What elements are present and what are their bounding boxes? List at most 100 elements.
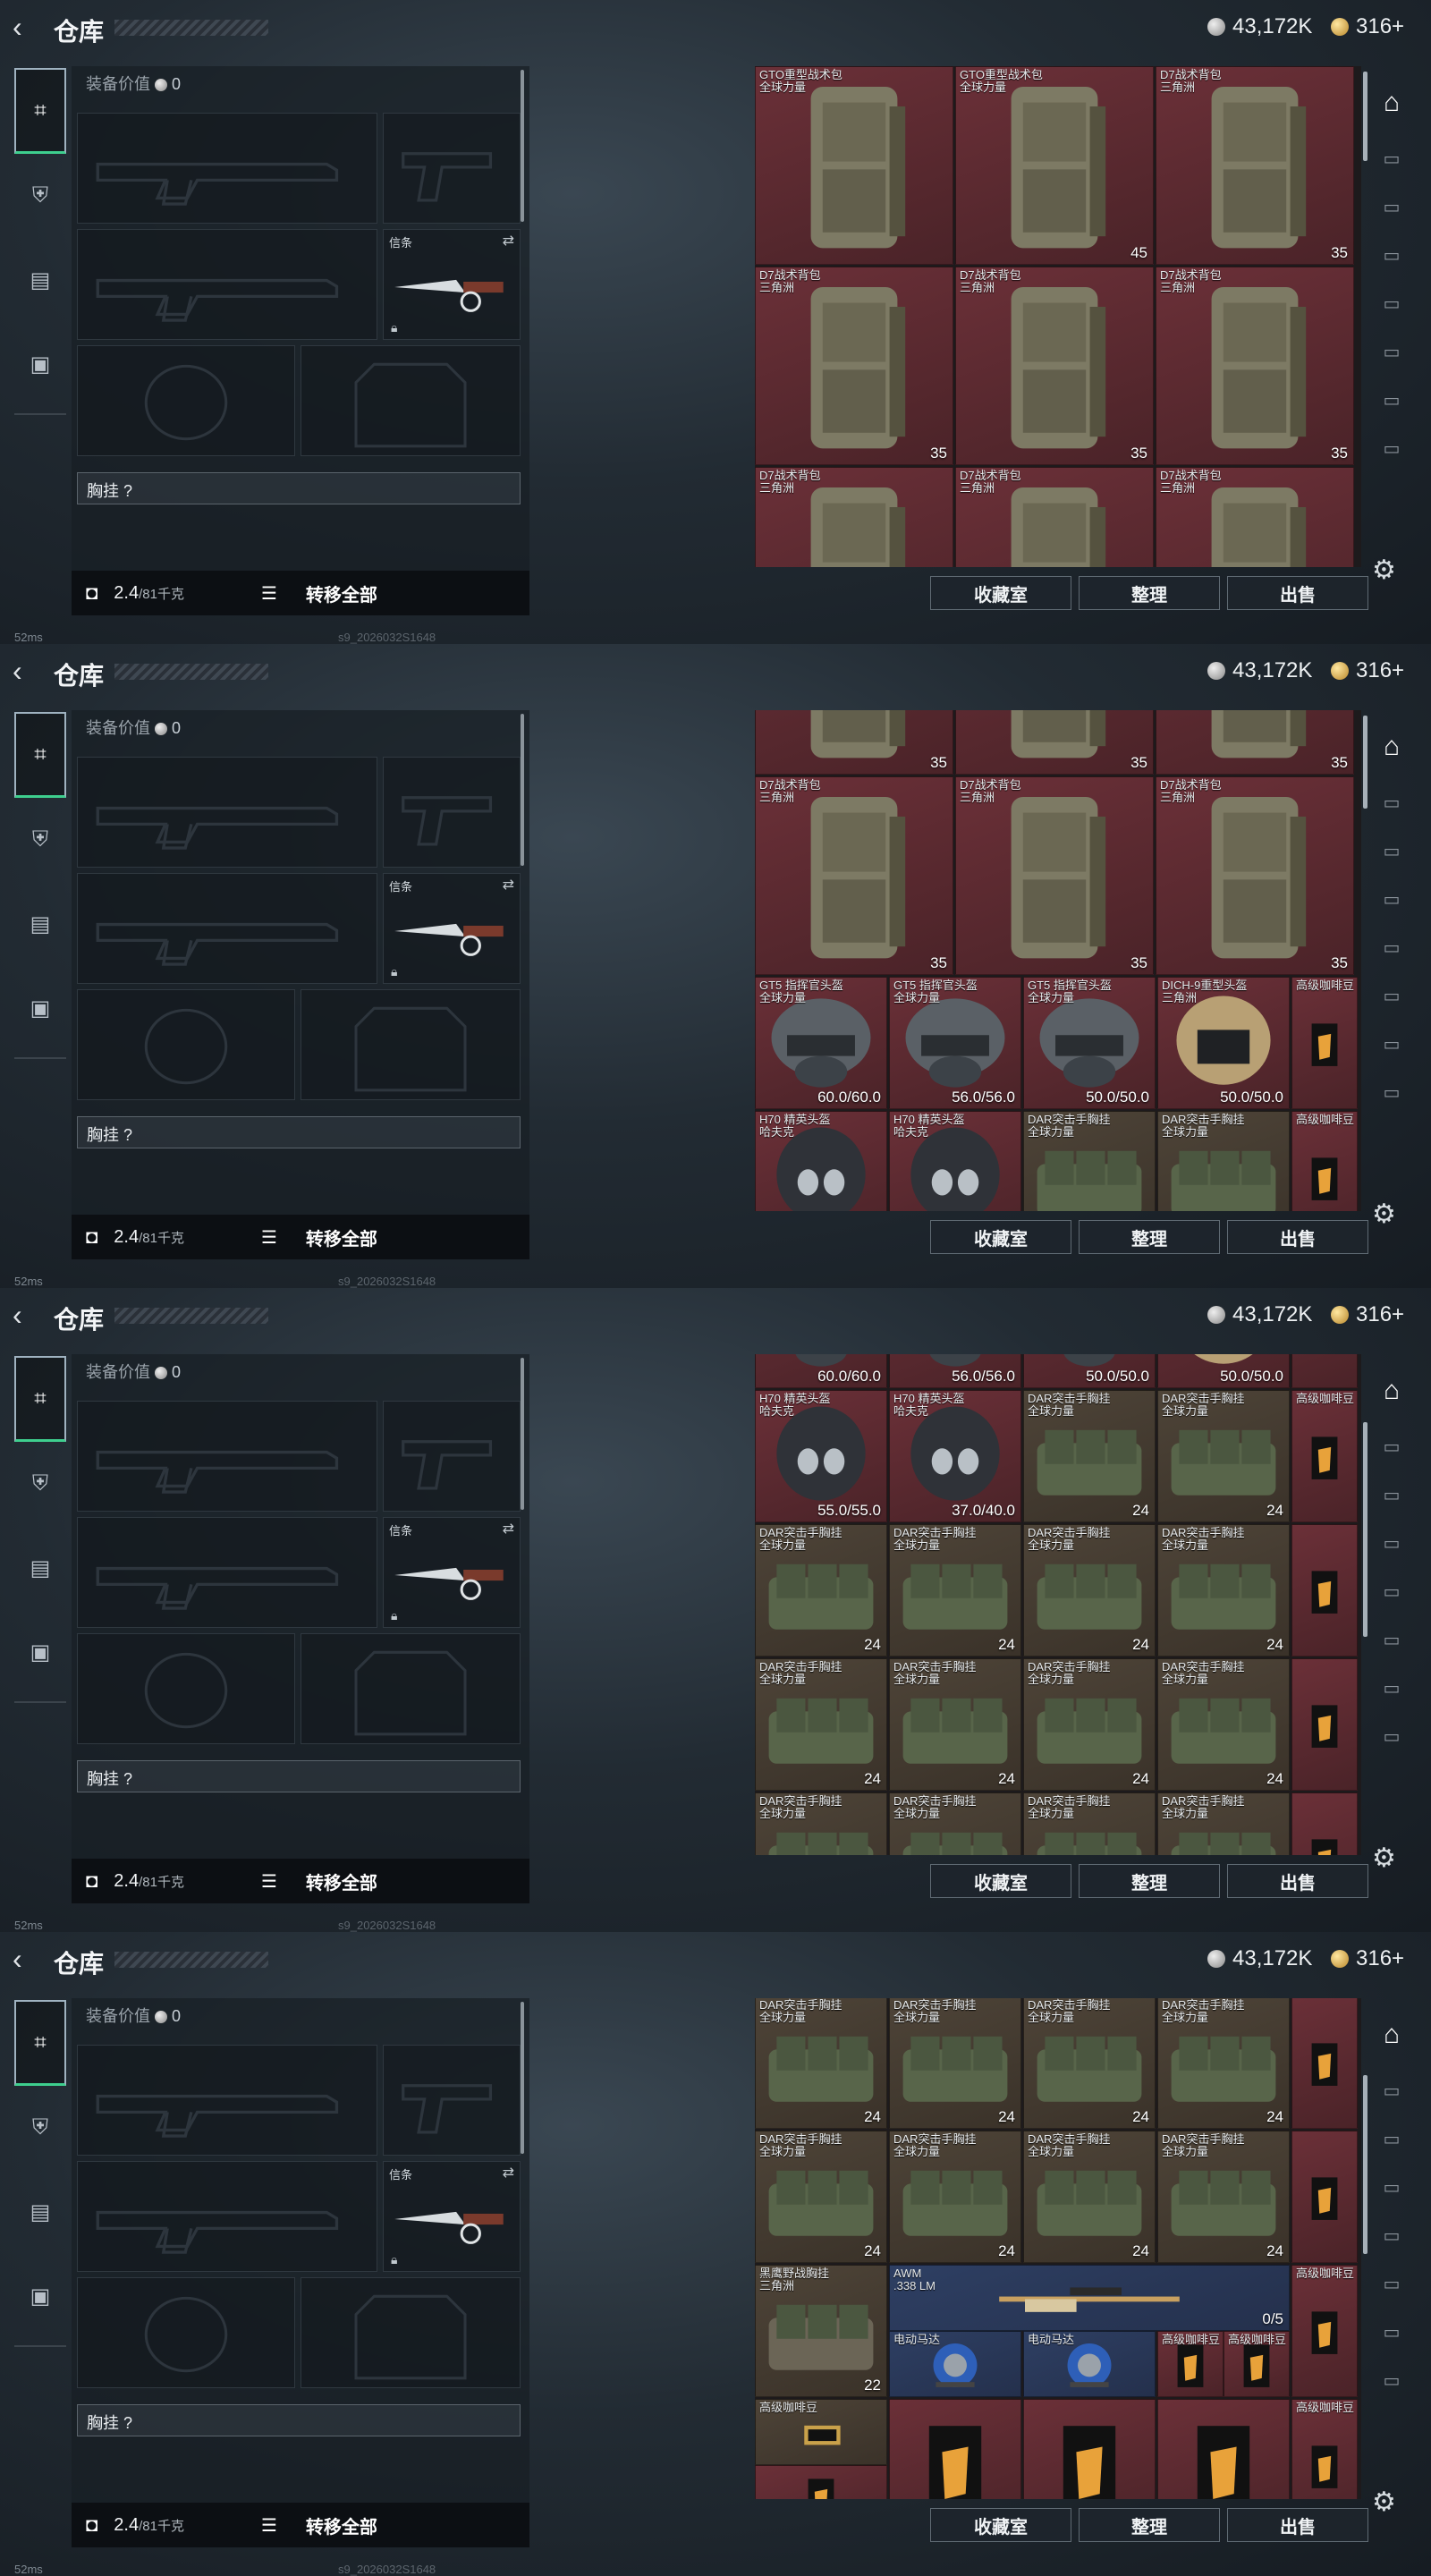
secondary-weapon-slot[interactable]: [77, 873, 377, 984]
sort-button[interactable]: 整理: [1079, 2508, 1220, 2542]
primary-weapon-slot[interactable]: [77, 113, 377, 224]
item-cell[interactable]: 50.0/50.0: [1157, 1354, 1290, 1388]
item-cell[interactable]: DAR突击手胸挂 全球力量: [1157, 1111, 1290, 1211]
item-cell[interactable]: DAR突击手胸挂全球力量24: [1157, 2131, 1290, 2263]
transfer-all-button[interactable]: 转移全部: [306, 1868, 377, 1894]
sort-button[interactable]: 整理: [1079, 1220, 1220, 1254]
pistol-slot[interactable]: [383, 113, 521, 224]
filter-icon-3[interactable]: ▭: [1372, 231, 1411, 279]
filter-icon-7[interactable]: ▭: [1372, 1712, 1411, 1760]
item-cell[interactable]: D7战术背包三角洲35: [755, 710, 953, 775]
nav-armor[interactable]: ⛨: [14, 154, 66, 238]
filter-icon-6[interactable]: ▭: [1372, 1020, 1411, 1068]
sort-button[interactable]: 整理: [1079, 576, 1220, 610]
item-cell[interactable]: 50.0/50.0: [1023, 1354, 1156, 1388]
collection-button[interactable]: 收藏室: [930, 1220, 1071, 1254]
item-cell[interactable]: [1157, 2399, 1290, 2499]
item-cell[interactable]: 60.0/60.0: [755, 1354, 887, 1388]
filter-icon-6[interactable]: ▭: [1372, 376, 1411, 424]
filter-icon-4[interactable]: ▭: [1372, 1567, 1411, 1615]
collection-button[interactable]: 收藏室: [930, 2508, 1071, 2542]
filter-icon-2[interactable]: ▭: [1372, 2114, 1411, 2163]
item-cell[interactable]: D7战术背包三角洲35: [1156, 267, 1354, 465]
transfer-all-button[interactable]: 转移全部: [306, 2512, 377, 2538]
item-cell[interactable]: [1291, 1524, 1358, 1657]
swap-icon[interactable]: ⇄: [503, 1520, 514, 1538]
item-cell[interactable]: DAR突击手胸挂全球力量24: [755, 1524, 887, 1657]
item-cell[interactable]: D7战术背包 三角洲: [755, 467, 953, 567]
gear-icon[interactable]: ⚙: [1372, 1843, 1396, 1874]
list-icon[interactable]: ☰: [261, 582, 277, 605]
gold-currency[interactable]: 316+: [1331, 14, 1404, 39]
helmet-slot[interactable]: [77, 345, 295, 456]
helmet-filter-icon[interactable]: ⌂: [1372, 2004, 1411, 2066]
filter-icon-1[interactable]: ▭: [1372, 134, 1411, 182]
helmet-filter-icon[interactable]: ⌂: [1372, 716, 1411, 778]
filter-icon-7[interactable]: ▭: [1372, 1068, 1411, 1116]
item-cell[interactable]: DAR突击手胸挂全球力量24: [889, 2131, 1021, 2263]
gold-currency[interactable]: 316+: [1331, 1946, 1404, 1971]
item-cell[interactable]: DAR突击手胸挂全球力量24: [1023, 1998, 1156, 2129]
helmet-slot[interactable]: [77, 989, 295, 1100]
list-icon[interactable]: ☰: [261, 1226, 277, 1249]
item-cell[interactable]: 高级咖啡豆: [1291, 1111, 1358, 1211]
nav-weapons[interactable]: ⌗: [14, 712, 66, 798]
filter-icon-3[interactable]: ▭: [1372, 2163, 1411, 2211]
item-cell[interactable]: DAR突击手胸挂全球力量24: [1157, 1792, 1290, 1855]
back-arrow-icon[interactable]: ‹: [13, 1943, 22, 1976]
sell-button[interactable]: 出售: [1227, 2508, 1368, 2542]
helmet-filter-icon[interactable]: ⌂: [1372, 72, 1411, 134]
loadout-scrollbar[interactable]: [521, 1358, 524, 1510]
item-cell[interactable]: 56.0/56.0: [889, 1354, 1021, 1388]
item-cell[interactable]: DAR突击手胸挂全球力量24: [755, 1792, 887, 1855]
loadout-scrollbar[interactable]: [521, 70, 524, 222]
item-cell[interactable]: GTO重型战术包 全球力量 45: [955, 66, 1154, 265]
swap-icon[interactable]: ⇄: [503, 232, 514, 250]
collection-button[interactable]: 收藏室: [930, 1864, 1071, 1898]
chest-rig-slot[interactable]: 胸挂 ?: [77, 1116, 521, 1148]
item-cell[interactable]: DAR突击手胸挂全球力量24: [889, 1524, 1021, 1657]
nav-weapons[interactable]: ⌗: [14, 68, 66, 154]
list-icon[interactable]: ☰: [261, 1870, 277, 1893]
filter-icon-5[interactable]: ▭: [1372, 971, 1411, 1020]
filter-icon-3[interactable]: ▭: [1372, 875, 1411, 923]
armor-slot[interactable]: [301, 2277, 521, 2388]
list-icon[interactable]: ☰: [261, 2514, 277, 2537]
filter-icon-5[interactable]: ▭: [1372, 2259, 1411, 2308]
nav-weapons[interactable]: ⌗: [14, 2000, 66, 2086]
sell-button[interactable]: 出售: [1227, 576, 1368, 610]
item-cell[interactable]: GT5 指挥官头盔 全球力量 60.0/60.0: [755, 977, 887, 1109]
item-cell[interactable]: D7战术背包三角洲35: [955, 267, 1154, 465]
item-cell[interactable]: DAR突击手胸挂全球力量24: [1157, 1998, 1290, 2129]
item-cell[interactable]: 电动马达: [889, 2331, 1021, 2397]
transfer-all-button[interactable]: 转移全部: [306, 1224, 377, 1250]
item-cell[interactable]: GT5 指挥官头盔 全球力量 50.0/50.0: [1023, 977, 1156, 1109]
item-cell[interactable]: D7战术背包 三角洲: [1156, 467, 1354, 567]
primary-weapon-slot[interactable]: [77, 2045, 377, 2156]
item-cell[interactable]: GTO重型战术包 全球力量: [755, 66, 953, 265]
helmet-filter-icon[interactable]: ⌂: [1372, 1360, 1411, 1422]
back-arrow-icon[interactable]: ‹: [13, 655, 22, 688]
nav-armor[interactable]: ⛨: [14, 1442, 66, 1526]
filter-icon-2[interactable]: ▭: [1372, 826, 1411, 875]
nav-vest[interactable]: ▤: [14, 238, 66, 322]
item-cell[interactable]: 电动马达: [1023, 2331, 1156, 2397]
gear-icon[interactable]: ⚙: [1372, 2487, 1396, 2518]
item-cell[interactable]: H70 精英头盔 哈夫克: [889, 1111, 1021, 1211]
item-cell[interactable]: DAR突击手胸挂全球力量24: [1023, 2131, 1156, 2263]
filter-icon-5[interactable]: ▭: [1372, 327, 1411, 376]
item-cell[interactable]: D7战术背包三角洲35: [1156, 776, 1354, 975]
item-cell[interactable]: DAR突击手胸挂全球力量24: [1157, 1390, 1290, 1522]
item-cell[interactable]: 高级咖啡豆: [1224, 2331, 1290, 2397]
nav-bag[interactable]: ▣: [14, 2254, 66, 2338]
loadout-scrollbar[interactable]: [521, 2002, 524, 2154]
sort-button[interactable]: 整理: [1079, 1864, 1220, 1898]
primary-weapon-slot[interactable]: [77, 757, 377, 868]
item-cell[interactable]: [1023, 2399, 1156, 2499]
pistol-slot[interactable]: [383, 757, 521, 868]
helmet-slot[interactable]: [77, 2277, 295, 2388]
item-cell[interactable]: [889, 2399, 1021, 2499]
item-cell[interactable]: [1291, 1792, 1358, 1855]
filter-icon-3[interactable]: ▭: [1372, 1519, 1411, 1567]
stash-scrollbar[interactable]: [1363, 2075, 1367, 2254]
